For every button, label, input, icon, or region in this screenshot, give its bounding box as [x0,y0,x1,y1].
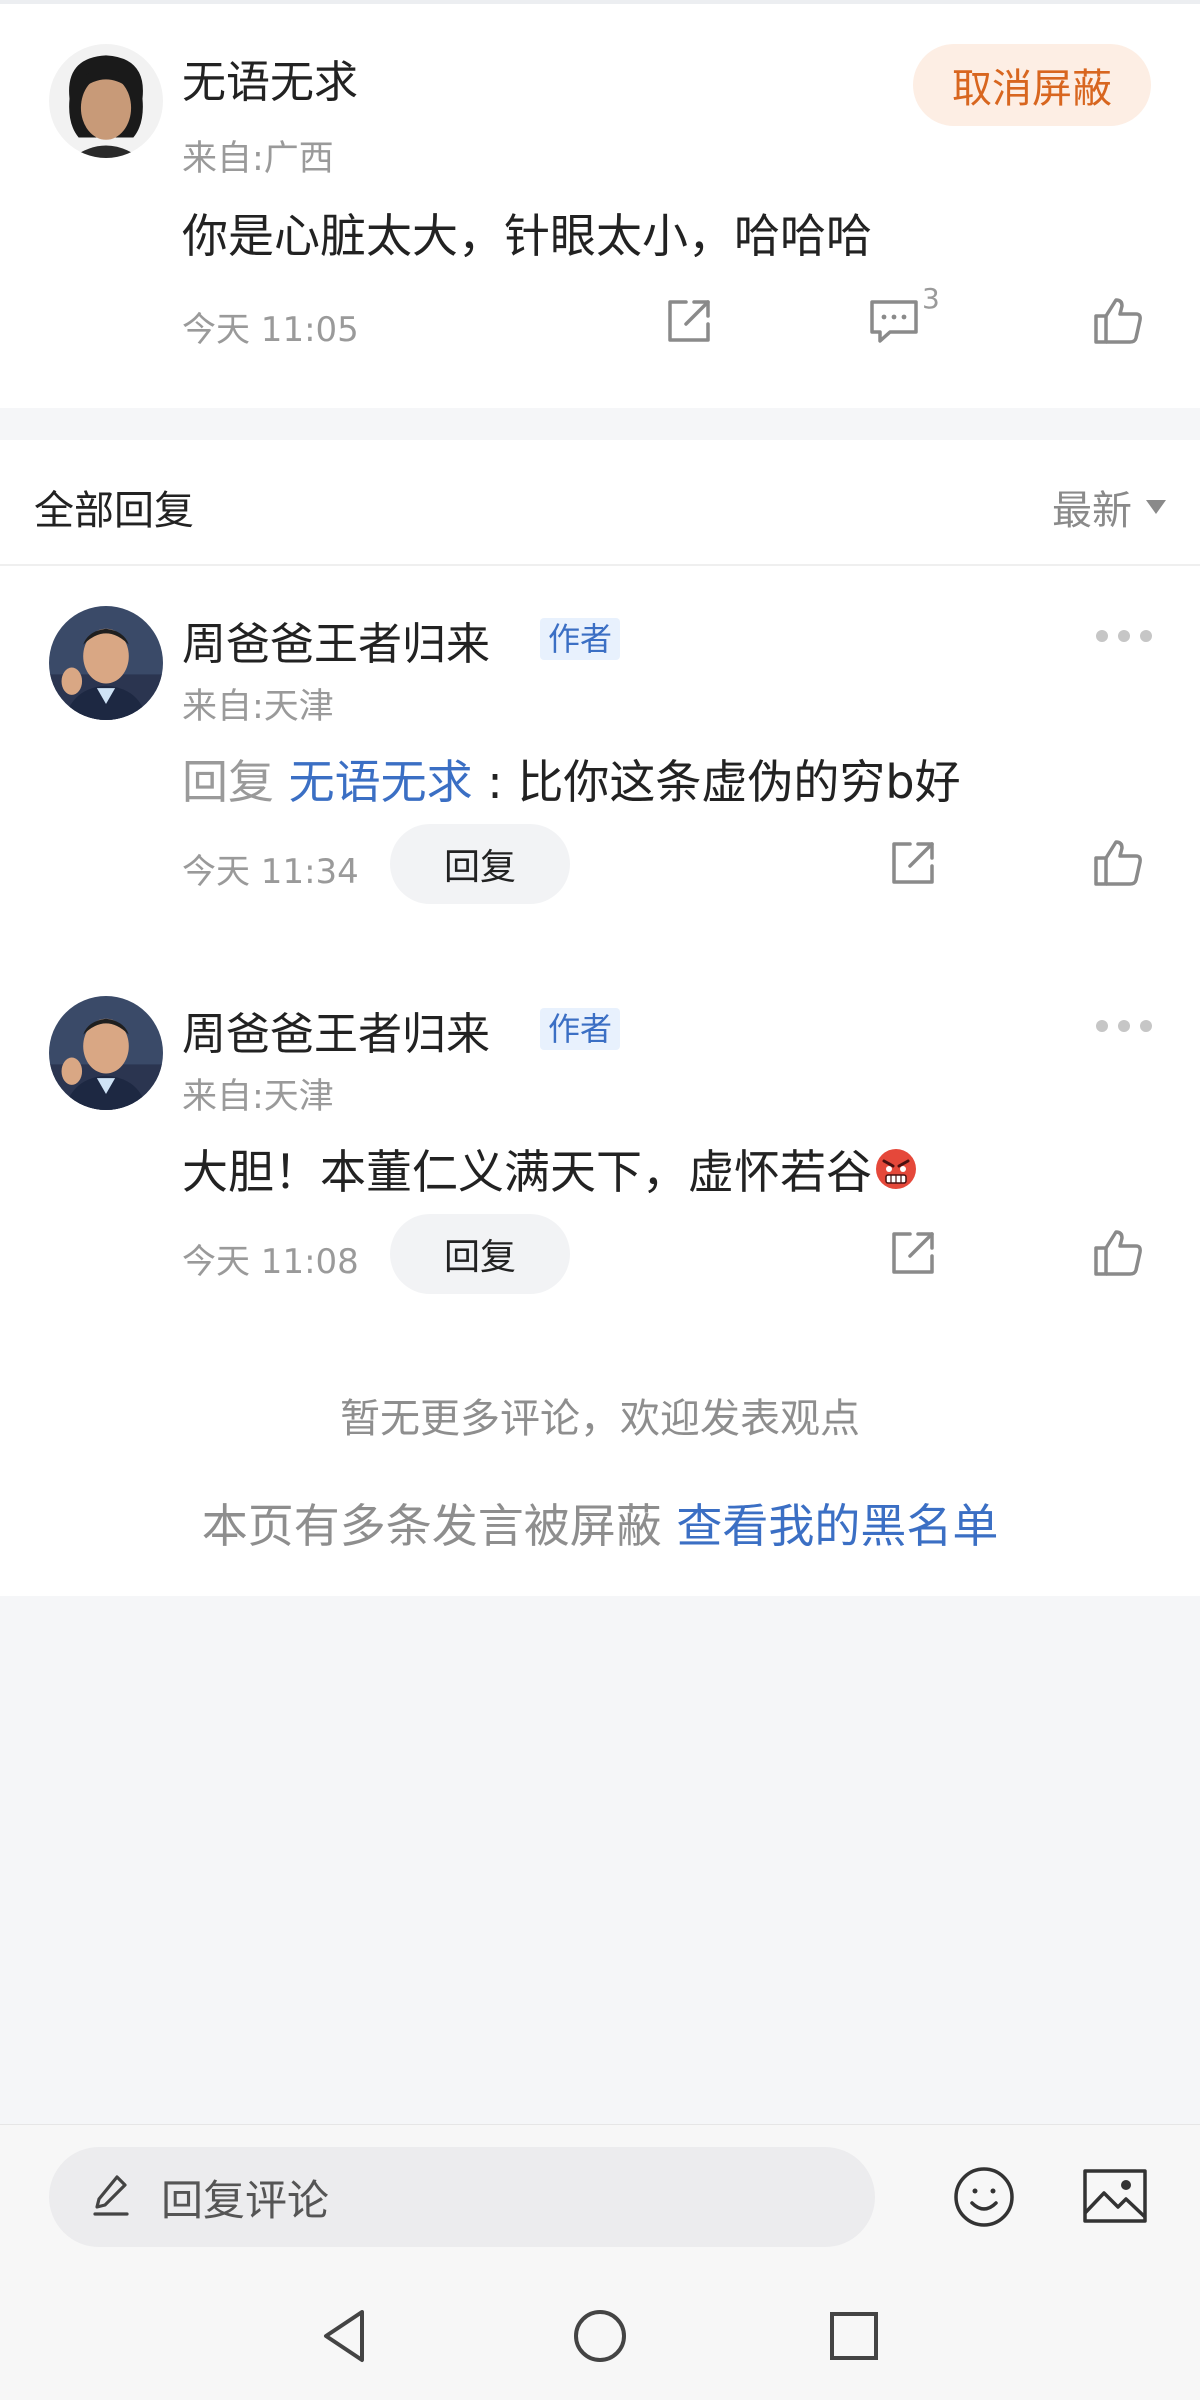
username[interactable]: 周爸爸王者归来 [182,998,490,1062]
comment-text: 大胆！本董仁义满天下，虚怀若谷 [182,1136,918,1202]
share-icon[interactable] [888,838,938,888]
home-icon[interactable] [572,2308,628,2364]
reply-input-placeholder: 回复评论 [161,2175,330,2225]
timestamp: 今天 11:34 [182,852,359,892]
author-badge: 作者 [540,618,621,660]
avatar[interactable] [49,44,163,158]
image-icon[interactable] [1082,2167,1148,2225]
parent-comment: 无语无求 来自:广西 取消屏蔽 你是心脏太大，针眼太小，哈哈哈 今天 11:05… [0,4,1200,408]
reply-body: : 比你这条虚伪的穷b好 [472,755,961,809]
angry-face-emoji-icon [874,1147,918,1191]
more-options-icon[interactable] [1096,1016,1152,1036]
replies-section: 全部回复 最新 周爸爸王者归来 作者 来自:天津 回复 无语无求 : 比你这条虚… [0,440,1200,1596]
all-replies-title: 全部回复 [34,488,194,534]
username[interactable]: 无语无求 [182,46,358,110]
comment-text: 你是心脏太大，针眼太小，哈哈哈 [182,209,872,263]
view-blacklist-link[interactable]: 查看我的黑名单 [676,1499,998,1553]
author-badge: 作者 [540,1008,621,1050]
reply-input[interactable]: 回复评论 [49,2147,875,2247]
reply-button[interactable]: 回复 [390,824,570,904]
comment-text: 回复 无语无求 : 比你这条虚伪的穷b好 [182,746,961,812]
like-icon[interactable] [1092,836,1144,888]
location: 来自:广西 [182,139,334,179]
like-icon[interactable] [1092,1226,1144,1278]
timestamp: 今天 11:08 [182,1242,359,1282]
reply-input-bar: 回复评论 [0,2124,1200,2270]
blocked-notice: 本页有多条发言被屏蔽 查看我的黑名单 [0,1490,1200,1556]
divider [0,564,1200,566]
pencil-icon [91,2173,131,2221]
recent-apps-icon[interactable] [828,2310,880,2362]
comment-body: 大胆！本董仁义满天下，虚怀若谷 [182,1145,872,1199]
reply-count: 3 [922,282,940,315]
like-icon[interactable] [1092,294,1144,346]
emoji-icon[interactable] [952,2165,1016,2229]
avatar[interactable] [49,996,163,1110]
username[interactable]: 周爸爸王者归来 [182,608,490,672]
reply-target-username[interactable]: 无语无求 [289,755,473,809]
share-icon[interactable] [888,1228,938,1278]
timestamp: 今天 11:05 [182,310,359,350]
no-more-comments-note: 暂无更多评论，欢迎发表观点 [340,1396,860,1442]
sort-dropdown[interactable]: 最新 [1052,478,1166,536]
comment-icon[interactable] [868,296,920,346]
avatar[interactable] [49,606,163,720]
reply-button[interactable]: 回复 [390,1214,570,1294]
back-icon[interactable] [318,2308,370,2364]
more-options-icon[interactable] [1096,626,1152,646]
caret-down-icon [1146,500,1166,514]
location: 来自:天津 [182,687,334,727]
location: 来自:天津 [182,1077,334,1117]
blocked-text: 本页有多条发言被屏蔽 [201,1499,677,1553]
reply-prefix: 回复 [182,755,289,809]
sort-label: 最新 [1052,488,1132,534]
system-navigation-bar [0,2270,1200,2400]
unblock-button[interactable]: 取消屏蔽 [913,44,1151,126]
share-icon[interactable] [664,296,714,346]
